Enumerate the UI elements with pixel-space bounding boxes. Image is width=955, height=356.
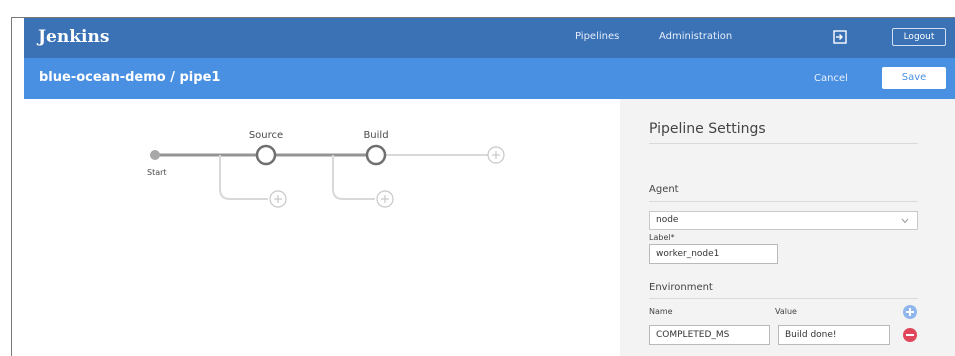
env-name-header: Name [649, 307, 673, 316]
logout-button[interactable]: Logout [892, 28, 946, 46]
env-name-input[interactable]: COMPLETED_MS [649, 325, 770, 345]
add-stage-icon[interactable] [487, 146, 505, 164]
agent-divider [649, 201, 918, 202]
agent-select-value: node [656, 215, 679, 225]
remove-env-icon[interactable] [903, 328, 917, 342]
start-node [150, 150, 160, 160]
pipeline-graph: Start Source Build [147, 130, 505, 208]
exit-icon[interactable] [833, 30, 847, 44]
chevron-down-icon [901, 218, 909, 224]
editor-header: blue-ocean-demo / pipe1 Cancel Save [24, 58, 955, 99]
label-field-label: Label* [649, 233, 675, 242]
pipeline-settings-panel: Pipeline Settings Agent node Label* work… [620, 99, 955, 356]
environment-label: Environment [649, 282, 713, 293]
label-input[interactable]: worker_node1 [649, 244, 778, 264]
stage-node-source[interactable] [255, 144, 277, 166]
cancel-button[interactable]: Cancel [814, 73, 848, 84]
panel-title: Pipeline Settings [649, 121, 766, 137]
env-value-input[interactable]: Build done! [778, 325, 890, 345]
environment-divider [649, 298, 918, 299]
agent-label: Agent [649, 184, 679, 195]
nav-administration[interactable]: Administration [659, 31, 732, 42]
jenkins-logo[interactable]: Jenkins [38, 27, 109, 47]
add-parallel-build-icon[interactable] [376, 190, 394, 208]
breadcrumb[interactable]: blue-ocean-demo / pipe1 [39, 70, 220, 85]
pipeline-canvas: Start Source Build [24, 99, 620, 356]
nav-pipelines[interactable]: Pipelines [575, 31, 619, 42]
save-button[interactable]: Save [882, 67, 946, 89]
stage-node-build[interactable] [365, 144, 387, 166]
add-env-icon[interactable] [903, 305, 917, 319]
env-value-header: Value [775, 307, 797, 316]
browser-frame: Jenkins Pipelines Administration Logout … [11, 17, 955, 356]
top-navbar: Jenkins Pipelines Administration Logout [24, 18, 955, 58]
add-parallel-source-icon[interactable] [269, 190, 287, 208]
agent-select[interactable]: node [649, 211, 918, 230]
stage-label-source[interactable]: Source [249, 130, 283, 141]
title-divider [649, 143, 918, 144]
stage-label-build[interactable]: Build [363, 130, 388, 141]
start-label: Start [147, 168, 167, 177]
